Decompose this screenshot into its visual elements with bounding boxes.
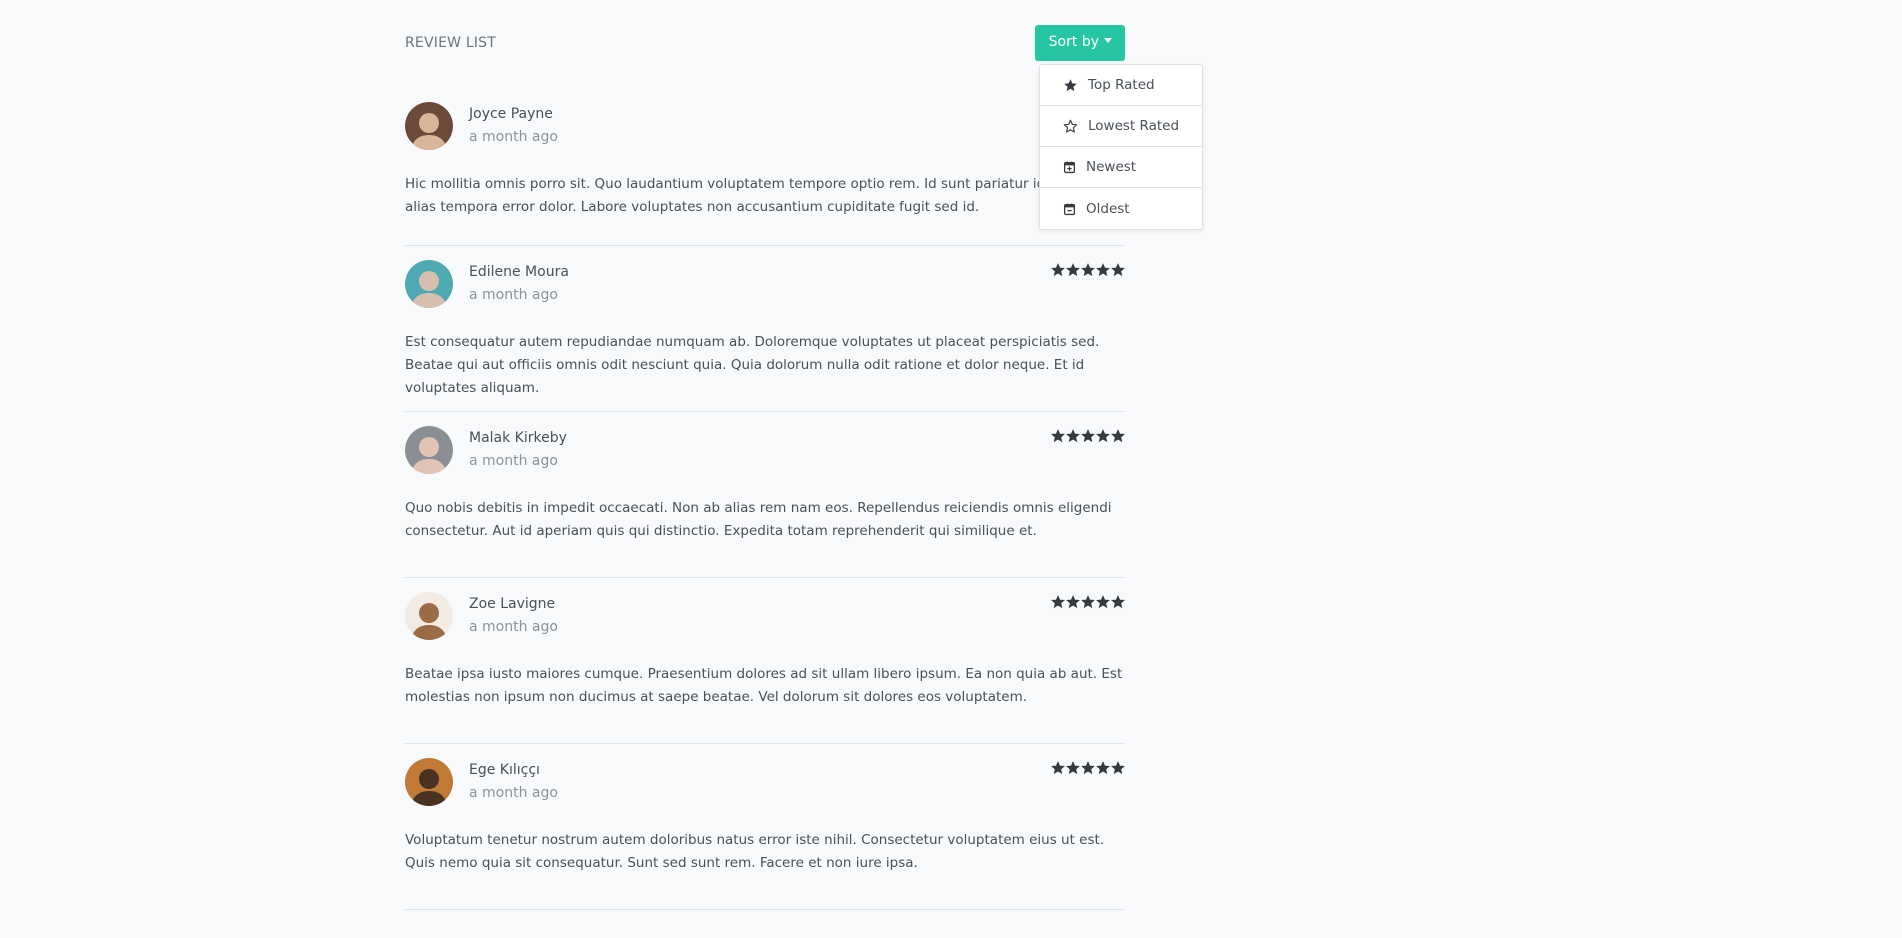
sort-option-label: Newest — [1086, 159, 1137, 175]
review-item: Malak Kirkeby a month ago Quo nobis debiti… — [405, 412, 1125, 578]
review-item: Edilene Moura a month ago Est consequatur … — [405, 246, 1125, 412]
avatar — [405, 426, 453, 474]
caret-down-icon — [1104, 37, 1112, 43]
sort-option-oldest[interactable]: Oldest — [1040, 188, 1202, 229]
star-filled-icon — [1066, 595, 1080, 609]
star-filled-icon — [1096, 263, 1110, 277]
star-filled-icon — [1096, 595, 1110, 609]
review-text: Est consequatur autem repudiandae numqua… — [405, 334, 1100, 396]
star-filled-icon — [1081, 429, 1095, 443]
avatar — [405, 592, 453, 640]
star-filled-icon — [1096, 429, 1110, 443]
star-outline-icon — [1063, 119, 1078, 133]
reviewer-name: Joyce Payne — [469, 106, 553, 122]
star-filled-icon — [1111, 595, 1125, 609]
sort-option-newest[interactable]: Newest — [1040, 147, 1202, 188]
reviewer-name: Ege Kılıççı — [469, 762, 540, 778]
review-text: Quo nobis debitis in impedit occaecati. … — [405, 500, 1112, 539]
avatar — [405, 102, 453, 150]
review-item: Joyce Payne a month ago Hic mollitia omnis… — [405, 88, 1125, 246]
sort-dropdown-menu: Top Rated Lowest Rated Newest Oldest — [1039, 64, 1203, 230]
review-list-container: REVIEW LIST Sort by Joyce Payne a month a… — [405, 0, 1125, 910]
review-list-header: REVIEW LIST Sort by — [405, 0, 1125, 88]
review-list: Joyce Payne a month ago Hic mollitia omnis… — [405, 88, 1125, 910]
star-filled-icon — [1066, 263, 1080, 277]
star-rating — [1051, 429, 1125, 443]
star-filled-icon — [1051, 263, 1065, 277]
calendar-minus-icon — [1063, 203, 1076, 215]
star-filled-icon — [1051, 429, 1065, 443]
review-text: Beatae ipsa iusto maiores cumque. Praese… — [405, 666, 1123, 705]
star-rating — [1051, 595, 1125, 609]
review-text: Hic mollitia omnis porro sit. Quo laudan… — [405, 176, 1098, 215]
star-solid-icon — [1064, 78, 1077, 91]
calendar-plus-icon — [1063, 161, 1076, 174]
reviewer-name: Edilene Moura — [469, 264, 569, 280]
star-filled-icon — [1051, 761, 1065, 775]
sort-option-top-rated[interactable]: Top Rated — [1040, 65, 1202, 106]
sort-option-label: Lowest Rated — [1088, 118, 1180, 134]
star-filled-icon — [1081, 263, 1095, 277]
review-text: Voluptatum tenetur nostrum autem dolorib… — [405, 832, 1105, 871]
star-filled-icon — [1051, 595, 1065, 609]
sort-option-lowest-rated[interactable]: Lowest Rated — [1040, 106, 1202, 147]
star-filled-icon — [1081, 595, 1095, 609]
star-filled-icon — [1111, 263, 1125, 277]
sort-option-label: Oldest — [1086, 200, 1130, 217]
reviewer-name: Zoe Lavigne — [469, 596, 556, 612]
avatar — [405, 758, 453, 806]
avatar — [405, 260, 453, 308]
star-filled-icon — [1111, 429, 1125, 443]
review-item: Zoe Lavigne a month ago Beatae ipsa iusto … — [405, 578, 1125, 744]
review-time: a month ago — [469, 287, 558, 303]
star-filled-icon — [1066, 761, 1080, 775]
star-rating — [1051, 263, 1125, 277]
star-filled-icon — [1111, 761, 1125, 775]
review-time: a month ago — [469, 453, 558, 469]
review-list-title: REVIEW LIST — [405, 35, 496, 51]
star-filled-icon — [1066, 429, 1080, 443]
sort-option-label: Top Rated — [1088, 77, 1155, 93]
star-filled-icon — [1081, 761, 1095, 775]
sort-by-button[interactable]: Sort by — [1034, 25, 1125, 61]
star-filled-icon — [1096, 761, 1110, 775]
sort-by-label: Sort by — [1048, 34, 1099, 50]
review-time: a month ago — [469, 785, 558, 801]
star-rating — [1051, 761, 1125, 775]
review-time: a month ago — [469, 129, 558, 145]
review-time: a month ago — [469, 619, 558, 635]
review-item: Ege Kılıççı a month ago Voluptatum tenetur… — [405, 744, 1125, 910]
reviewer-name: Malak Kirkeby — [469, 430, 567, 446]
